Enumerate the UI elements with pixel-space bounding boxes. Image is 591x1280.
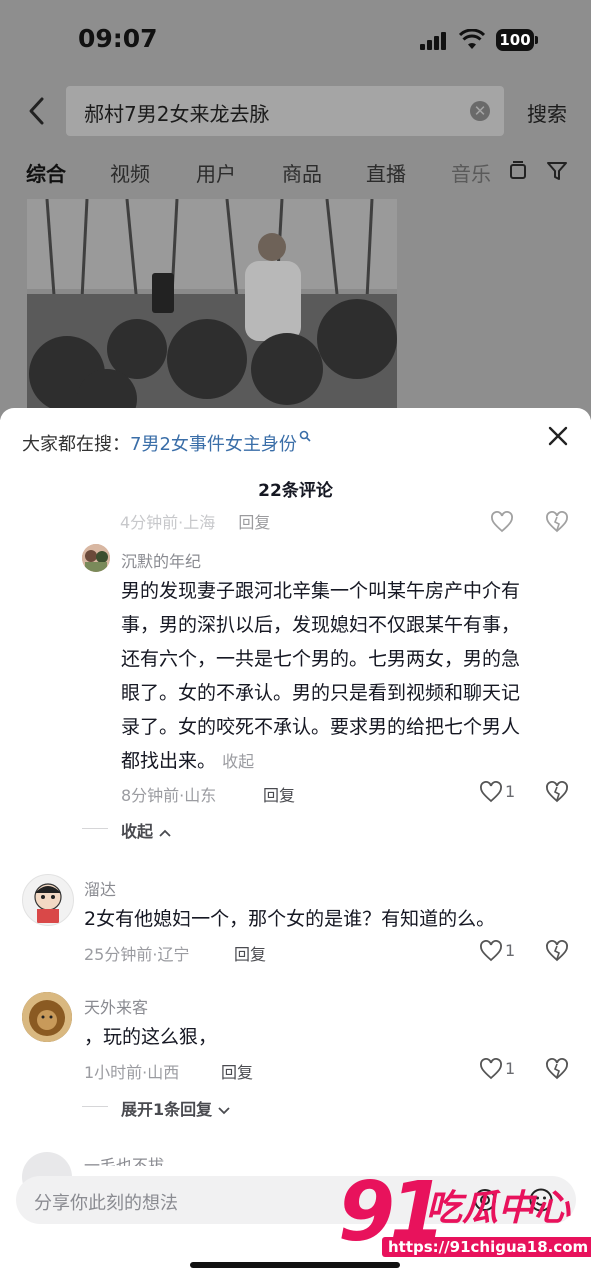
dislike-icon[interactable]: [545, 1057, 569, 1081]
avatar[interactable]: [22, 874, 74, 926]
like-count: 1: [505, 1059, 516, 1078]
result-tabs: 综合 视频 用户 商品 直播 音乐: [0, 154, 591, 194]
video-scene: [27, 199, 397, 420]
avatar-image: [34, 883, 62, 923]
like-count: 1: [505, 782, 516, 801]
watermark-url: https://91chigua18.com: [382, 1237, 591, 1257]
comment-input-placeholder: 分享你此刻的想法: [34, 1193, 178, 1214]
avatar[interactable]: [82, 544, 110, 572]
reply-button[interactable]: 回复: [234, 941, 266, 965]
reply-button[interactable]: 回复: [263, 782, 295, 806]
comment-text: 2女有他媳妇一个，那个女的是谁？有知道的么。: [84, 908, 496, 930]
battery-icon: 100: [496, 29, 538, 51]
comment-author[interactable]: 沉默的年纪: [121, 548, 201, 572]
tab-products[interactable]: 商品: [282, 158, 322, 187]
comment-author[interactable]: 溜达: [84, 876, 116, 900]
fold-text-button[interactable]: 收起: [222, 752, 254, 771]
like-count: 1: [505, 941, 516, 960]
partial-comment-meta: 4分钟前·上海 回复: [120, 509, 590, 533]
search-small-icon: [299, 430, 311, 442]
status-bar: 09:07 100: [0, 0, 591, 80]
chevron-down-icon: [218, 1107, 230, 1115]
home-indicator: [190, 1262, 400, 1268]
collapse-replies-button[interactable]: 收起: [121, 818, 171, 842]
trending-search[interactable]: 大家都在搜：7男2女事件女主身份: [22, 430, 311, 456]
heart-icon[interactable]: [490, 511, 514, 533]
video-thumbnail[interactable]: [27, 199, 397, 420]
tab-video[interactable]: 视频: [110, 158, 150, 187]
comment-sheet: 大家都在搜：7男2女事件女主身份 22条评论 4分钟前·上海 回复 沉默的年纪 …: [0, 408, 591, 1280]
tab-live[interactable]: 直播: [366, 158, 406, 187]
comment-meta: 25分钟前·辽宁: [84, 945, 190, 964]
clear-icon[interactable]: ✕: [470, 101, 490, 121]
trending-query[interactable]: 7男2女事件女主身份: [130, 434, 297, 455]
search-button[interactable]: 搜索: [527, 98, 567, 127]
tab-all[interactable]: 综合: [26, 158, 66, 187]
comment-meta: 8分钟前·山东: [121, 786, 217, 805]
status-time: 09:07: [78, 24, 158, 53]
search-input[interactable]: 郝村7男2女来龙去脉 ✕: [66, 86, 504, 136]
expand-replies-button[interactable]: 展开1条回复: [121, 1096, 230, 1120]
watermark-text: 吃瓜中心: [426, 1188, 571, 1229]
avatar-image: [82, 544, 110, 572]
comment-author[interactable]: 一毛也不拔: [84, 1152, 164, 1166]
comment-author[interactable]: 天外来客: [84, 994, 148, 1018]
chevron-up-icon: [158, 829, 171, 837]
tab-users[interactable]: 用户: [196, 158, 236, 187]
comment-count: 22条评论: [258, 481, 333, 501]
cellular-signal-icon: [420, 32, 450, 50]
divider: [82, 828, 108, 829]
search-row: 郝村7男2女来龙去脉 ✕ 搜索: [0, 86, 591, 136]
close-icon[interactable]: [546, 424, 570, 448]
layout-toggle-icon[interactable]: [507, 160, 529, 182]
tab-music[interactable]: 音乐: [451, 158, 493, 187]
dislike-icon[interactable]: [545, 511, 569, 533]
divider: [82, 1106, 108, 1107]
comment-text: ，玩的这么狠，: [84, 1026, 218, 1048]
comment-meta: 1小时前·山西: [84, 1063, 180, 1082]
comment-text: 男的发现妻子跟河北辛集一个叫某午房产中介有 事，男的深扒以后，发现媳妇不仅跟某午…: [121, 580, 521, 772]
filter-icon[interactable]: [546, 160, 568, 182]
heart-icon[interactable]: [479, 1058, 503, 1080]
back-icon[interactable]: [26, 96, 48, 126]
dislike-icon[interactable]: [545, 780, 569, 804]
search-query: 郝村7男2女来龙去脉: [84, 102, 270, 126]
dislike-icon[interactable]: [545, 939, 569, 963]
reply-button[interactable]: 回复: [221, 1059, 253, 1083]
avatar[interactable]: [22, 992, 72, 1042]
heart-icon[interactable]: [479, 940, 503, 962]
heart-icon[interactable]: [479, 781, 503, 803]
background-page: 09:07 100 郝村7男2女来龙去脉 ✕ 搜索 综合 视频 用户 商品 直播…: [0, 0, 591, 420]
wifi-icon: [459, 29, 485, 49]
trending-prefix: 大家都在搜：: [22, 434, 130, 455]
site-watermark: 91 吃瓜中心 https://91chigua18.com: [338, 1165, 591, 1265]
avatar-image: [22, 992, 72, 1042]
